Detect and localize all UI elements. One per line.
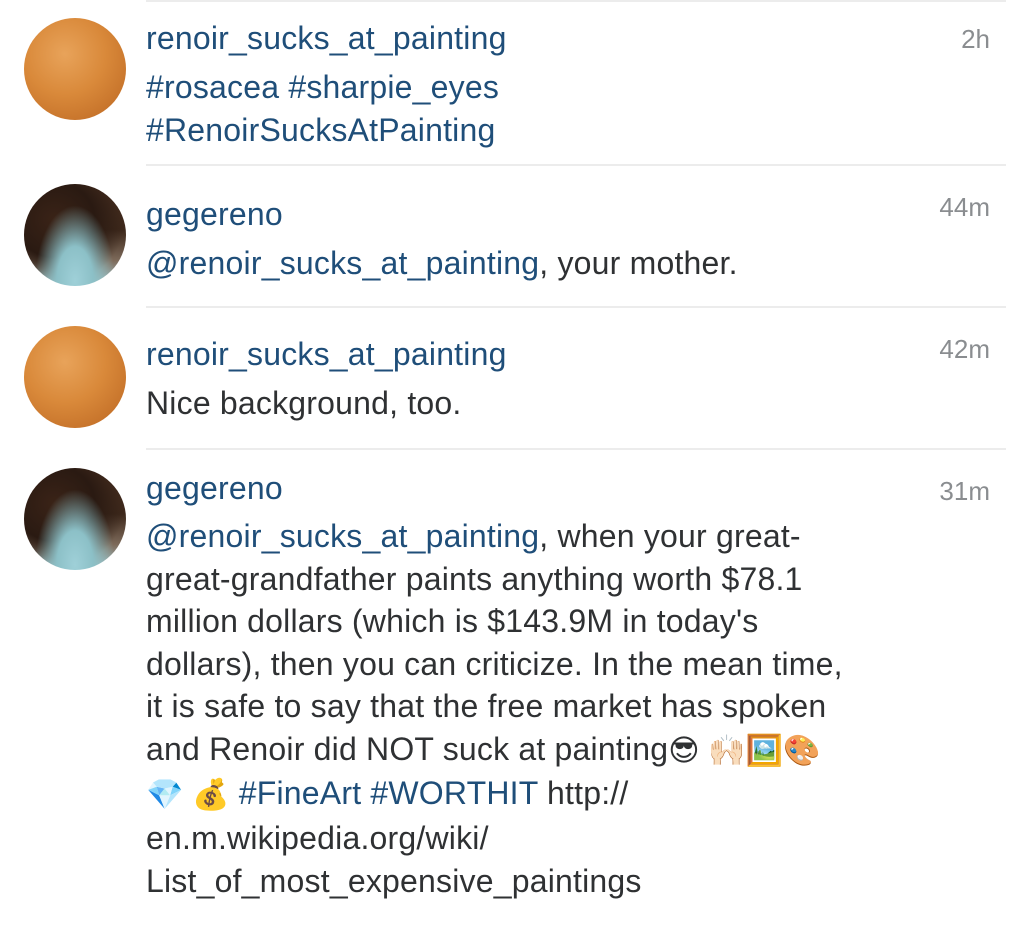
avatar[interactable] [24,326,126,428]
comment-body: , when your great- [539,518,801,554]
comment-body: , your mother. [539,245,738,281]
url-link[interactable]: en.m.wikipedia.org/wiki/ [146,817,996,860]
comment-body: it is safe to say that the free market h… [146,688,827,724]
timestamp: 31m [939,476,990,506]
avatar[interactable] [24,18,126,120]
hashtag-text[interactable]: #rosacea #sharpie_eyes [146,66,996,109]
hashtag-text[interactable]: #RenoirSucksAtPainting [146,109,996,152]
timestamp: 44m [939,192,990,222]
avatar[interactable] [24,184,126,286]
divider [146,0,1006,2]
comment-body: and Renoir did NOT suck at painting [146,730,669,767]
emoji-diamond-moneybag-icon: 💎 💰 [146,778,230,812]
divider [146,306,1006,308]
comment-text: @renoir_sucks_at_painting, your mother. [146,242,996,285]
divider [146,164,1006,166]
username[interactable]: renoir_sucks_at_painting [146,336,507,373]
comment-text: @renoir_sucks_at_painting, when your gre… [146,515,996,902]
username[interactable]: renoir_sucks_at_painting [146,20,507,57]
timestamp: 42m [939,334,990,364]
comment-text: #rosacea #sharpie_eyes #RenoirSucksAtPai… [146,66,996,151]
timestamp: 2h [961,24,990,54]
url-link[interactable]: http:// [547,775,628,811]
mention-link[interactable]: @renoir_sucks_at_painting [146,245,539,281]
comment-text: Nice background, too. [146,382,996,425]
username[interactable]: gegereno [146,470,283,507]
comment-body: Nice background, too. [146,385,462,421]
emoji-sunglasses-hands-picture-palette-icon: 😎 🙌🏻🖼️🎨 [668,733,821,767]
username[interactable]: gegereno [146,196,283,233]
mention-link[interactable]: @renoir_sucks_at_painting [146,518,539,554]
comment-body: million dollars (which is $143.9M in tod… [146,603,759,639]
avatar[interactable] [24,468,126,570]
hashtag-text[interactable]: #FineArt #WORTHIT [239,775,538,811]
comment-body: great-grandfather paints anything worth … [146,560,803,597]
url-link[interactable]: List_of_most_expensive_paintings [146,860,996,903]
divider [146,448,1006,450]
comment-body: dollars), then you can criticize. In the… [146,645,843,682]
